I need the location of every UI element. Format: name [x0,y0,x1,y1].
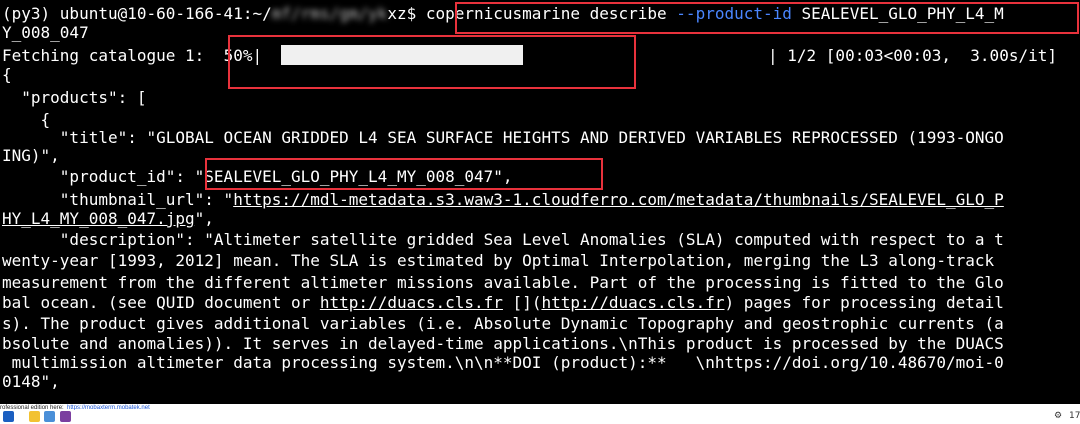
start-icon[interactable] [3,411,14,422]
json-line: "products": [ [2,88,147,107]
prompt-user-host: (py3) ubuntu@10-60-166-41:~/ [2,4,272,23]
folder-icon[interactable] [29,411,40,422]
thumbnail-link-cont[interactable]: HY_L4_MY_008_047.jpg [2,209,195,228]
json-punct: ", [194,209,214,228]
terminal-window[interactable]: (py3) ubuntu@10-60-166-41:~/mf/rms/gm/yk… [0,0,1080,404]
prompt-dollar: xz$ [387,4,426,23]
json-line: { [2,65,12,84]
json-line: 0148", [2,372,60,391]
highlight-box-product-id [205,158,603,190]
json-line: wenty-year [1993, 2012] mean. The SLA is… [2,251,995,270]
product-id-key: "product_id": [2,167,195,186]
settings-icon[interactable]: ⚙ [1054,411,1062,421]
app-icon[interactable] [60,411,71,422]
progress-line: Fetching catalogue 1: 50%| [2,45,262,67]
prompt-redacted-path: mf/rms/gm/yk [271,4,388,23]
progress-label: Fetching catalogue 1: [2,46,224,65]
json-line: "title": "GLOBAL OCEAN GRIDDED L4 SEA SU… [2,128,1004,147]
duacs-link[interactable]: http://duacs.cls.fr [541,293,724,312]
duacs-link[interactable]: http://duacs.cls.fr [320,293,503,312]
files-icon[interactable] [44,411,55,422]
json-line: HY_L4_MY_008_047.jpg", [2,208,214,230]
command-wrap-line: Y_008_047 [2,23,89,42]
taskbar: ⚙ 17 [0,410,1080,424]
tray-number: 17 [1069,411,1080,421]
json-line: measurement from the different altimeter… [2,273,1004,292]
description-text: []( [502,293,542,312]
thumbnail-link[interactable]: https://mdl-metadata.s3.waw3-1.cloudferr… [233,190,1004,209]
json-line: ING)", [2,146,60,165]
json-line: multimission altimeter data processing s… [2,353,1004,372]
description-text: bal ocean. (see QUID document or [2,293,320,312]
json-line: s). The product gives additional variabl… [2,314,1004,333]
highlight-box-progress [228,35,636,89]
json-line: bal ocean. (see QUID document or http://… [2,292,1004,314]
thumbnail-key: "thumbnail_url": " [2,190,234,209]
highlight-box-command [455,2,1079,34]
progress-stats: | 1/2 [00:03<00:03, 3.00s/it] [768,46,1057,65]
json-line: "description": "Altimeter satellite grid… [2,230,1004,249]
description-text: ) pages for processing detail [724,293,1004,312]
